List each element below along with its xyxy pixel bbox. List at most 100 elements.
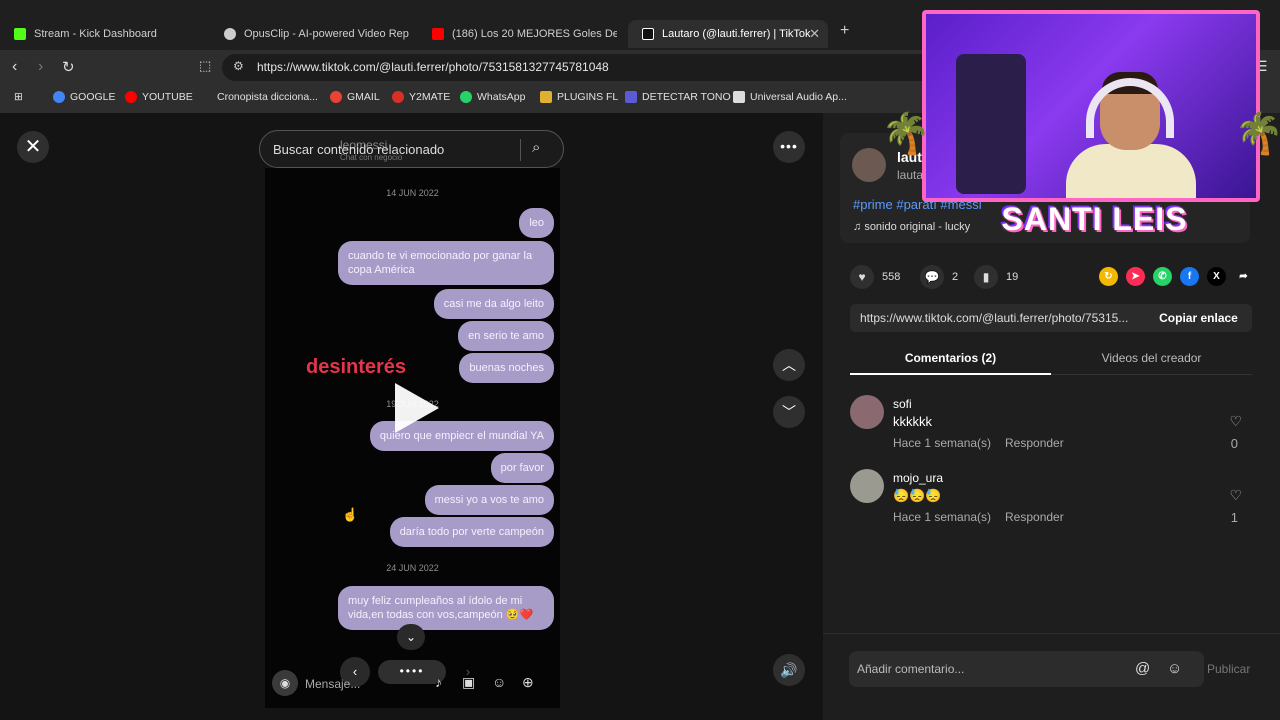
repost-icon[interactable]: ↻ [1099, 267, 1118, 286]
related-search-input[interactable]: leomessi Chat con negocio Buscar conteni… [259, 130, 564, 168]
x-icon[interactable]: X [1207, 267, 1226, 286]
chat-bubble: leo [519, 208, 554, 238]
share-arrow-icon[interactable]: ➦ [1234, 267, 1253, 286]
youtube-icon [432, 28, 444, 40]
comment-like-count: 0 [1230, 436, 1238, 451]
tab-title: OpusClip - AI-powered Video Repurp [244, 28, 409, 40]
tab-creator-videos[interactable]: Videos del creador [1051, 351, 1252, 365]
more-options-button[interactable]: ••• [773, 131, 805, 163]
bookmark-youtube[interactable]: YOUTUBE [125, 91, 193, 103]
like-button[interactable]: ♥ 558 [850, 265, 900, 289]
kick-icon [14, 28, 26, 40]
bookmark-whatsapp[interactable]: WhatsApp [460, 91, 525, 103]
tab-title: Lautaro (@lauti.ferrer) | TikTok [662, 28, 811, 40]
comment-item: mojo_ura 😓😓😓 Hace 1 semana(s) Responder … [850, 469, 1252, 534]
chat-bubble: daría todo por verte campeón [389, 517, 554, 547]
site-info-icon[interactable]: ⚙ [233, 59, 244, 73]
close-viewer-button[interactable]: ✕ [17, 131, 49, 163]
camera-icon: ◉ [272, 670, 298, 696]
previous-post-button[interactable]: ︿ [773, 349, 805, 381]
y2mate-icon [392, 91, 404, 103]
new-tab-icon[interactable]: + [840, 22, 849, 40]
emoji-icon[interactable]: ☺ [1167, 660, 1182, 677]
webcam-overlay: 🌴 🌴 SANTI LEIS [881, 0, 1280, 248]
comment-user[interactable]: mojo_ura [893, 471, 943, 485]
microphone-icon: ♪ [435, 674, 442, 690]
chat-bubble: buenas noches [459, 353, 554, 383]
url-text: https://www.tiktok.com/@lauti.ferrer/pho… [257, 60, 609, 74]
photo-viewer: ✕ ••• 14 JUN 2022 leo cuando te vi emoci… [0, 113, 823, 720]
bookmark-label: Universal Audio Ap... [750, 91, 847, 103]
gallery-icon: ▣ [462, 674, 476, 690]
reply-button[interactable]: Responder [1005, 510, 1064, 524]
mouse-cursor-icon: ☝ [342, 507, 359, 522]
search-placeholder: Buscar contenido relacionado [273, 142, 445, 157]
bookmark-label: PLUGINS FL [557, 91, 619, 103]
folder-icon [540, 91, 552, 103]
palm-tree-icon: 🌴 [881, 112, 931, 156]
comment-input[interactable]: Añadir comentario... @ ☺ [849, 651, 1204, 687]
chat-bubble: messi yo a vos te amo [424, 485, 554, 515]
mention-icon[interactable]: @ [1135, 660, 1150, 677]
bookmark-detectar[interactable]: DETECTAR TONO [625, 91, 731, 103]
doc-icon [200, 91, 212, 103]
bookmark-google[interactable]: GOOGLE [53, 91, 116, 103]
comment-icon: 💬 [920, 265, 944, 289]
gmail-icon [330, 91, 342, 103]
search-icon[interactable]: ⌕ [532, 139, 540, 156]
save-count: 19 [1006, 271, 1019, 283]
reload-icon[interactable]: ↻ [62, 58, 75, 76]
bookmark-icon: ▮ [974, 265, 998, 289]
bookmark-y2mate[interactable]: Y2MATE [392, 91, 450, 103]
tab-tiktok[interactable]: Lautaro (@lauti.ferrer) | TikTok ✕ [628, 20, 828, 48]
avatar[interactable] [850, 469, 884, 503]
save-button[interactable]: ▮ 19 [974, 265, 1018, 289]
bookmark-icon[interactable]: ⬚ [199, 58, 211, 74]
google-icon [53, 91, 65, 103]
copy-link-button[interactable]: Copiar enlace [1145, 304, 1252, 332]
facebook-icon[interactable]: f [1180, 267, 1199, 286]
chevron-down-icon[interactable]: ⌄ [397, 624, 425, 650]
next-post-button[interactable]: ﹀ [773, 396, 805, 428]
tab-kick[interactable]: Stream - Kick Dashboard [0, 20, 205, 48]
chat-date: 14 JUN 2022 [386, 188, 439, 198]
chat-bubble: por favor [490, 453, 554, 483]
close-tab-icon[interactable]: ✕ [809, 26, 820, 42]
play-icon[interactable] [395, 383, 439, 433]
comment-button[interactable]: 💬 2 [920, 265, 958, 289]
share-link-box: https://www.tiktok.com/@lauti.ferrer/pho… [850, 304, 1252, 332]
comment-count: 2 [952, 271, 959, 283]
comment-text: 😓😓😓 [893, 488, 942, 503]
bookmark-uad[interactable]: Universal Audio Ap... [733, 91, 847, 103]
whatsapp-icon[interactable]: ✆ [1153, 267, 1172, 286]
comment-item: sofi kkkkkk Hace 1 semana(s) Responder ♡… [850, 395, 1252, 460]
overlay-caption: desinterés [306, 356, 407, 378]
back-icon[interactable]: ‹ [12, 58, 17, 76]
comment-placeholder: Añadir comentario... [857, 662, 965, 676]
forward-icon[interactable]: › [38, 58, 43, 76]
avatar[interactable] [850, 395, 884, 429]
bookmark-cronopista[interactable]: Cronopista diccionа... [200, 91, 318, 103]
bookmark-gmail[interactable]: GMAIL [330, 91, 380, 103]
tab-title: (186) Los 20 MEJORES Goles De Lion [452, 28, 617, 40]
tab-comments[interactable]: Comentarios (2) [850, 351, 1051, 365]
send-icon[interactable]: ➤ [1126, 267, 1145, 286]
bookmark-label: GMAIL [347, 91, 380, 103]
whatsapp-icon [460, 91, 472, 103]
heart-outline-icon[interactable]: ♡ [1229, 413, 1242, 430]
youtube-icon [125, 91, 137, 103]
comment-user[interactable]: sofi [893, 397, 912, 411]
publish-button[interactable]: Publicar [1207, 662, 1250, 676]
reply-button[interactable]: Responder [1005, 436, 1064, 450]
chat-bubble: en serio te amo [458, 321, 554, 351]
heart-outline-icon[interactable]: ♡ [1229, 487, 1242, 504]
bookmark-plugins[interactable]: PLUGINS FL [540, 91, 618, 103]
volume-button[interactable]: 🔊 [773, 654, 805, 686]
heart-icon: ♥ [850, 265, 874, 289]
share-link-text: https://www.tiktok.com/@lauti.ferrer/pho… [860, 311, 1129, 325]
apps-icon[interactable]: ⊞ [14, 91, 23, 103]
webcam-frame [922, 10, 1260, 202]
tab-opusclip[interactable]: OpusClip - AI-powered Video Repurp [210, 20, 415, 48]
bookmark-label: YOUTUBE [142, 91, 193, 103]
tab-youtube[interactable]: (186) Los 20 MEJORES Goles De Lion [418, 20, 623, 48]
